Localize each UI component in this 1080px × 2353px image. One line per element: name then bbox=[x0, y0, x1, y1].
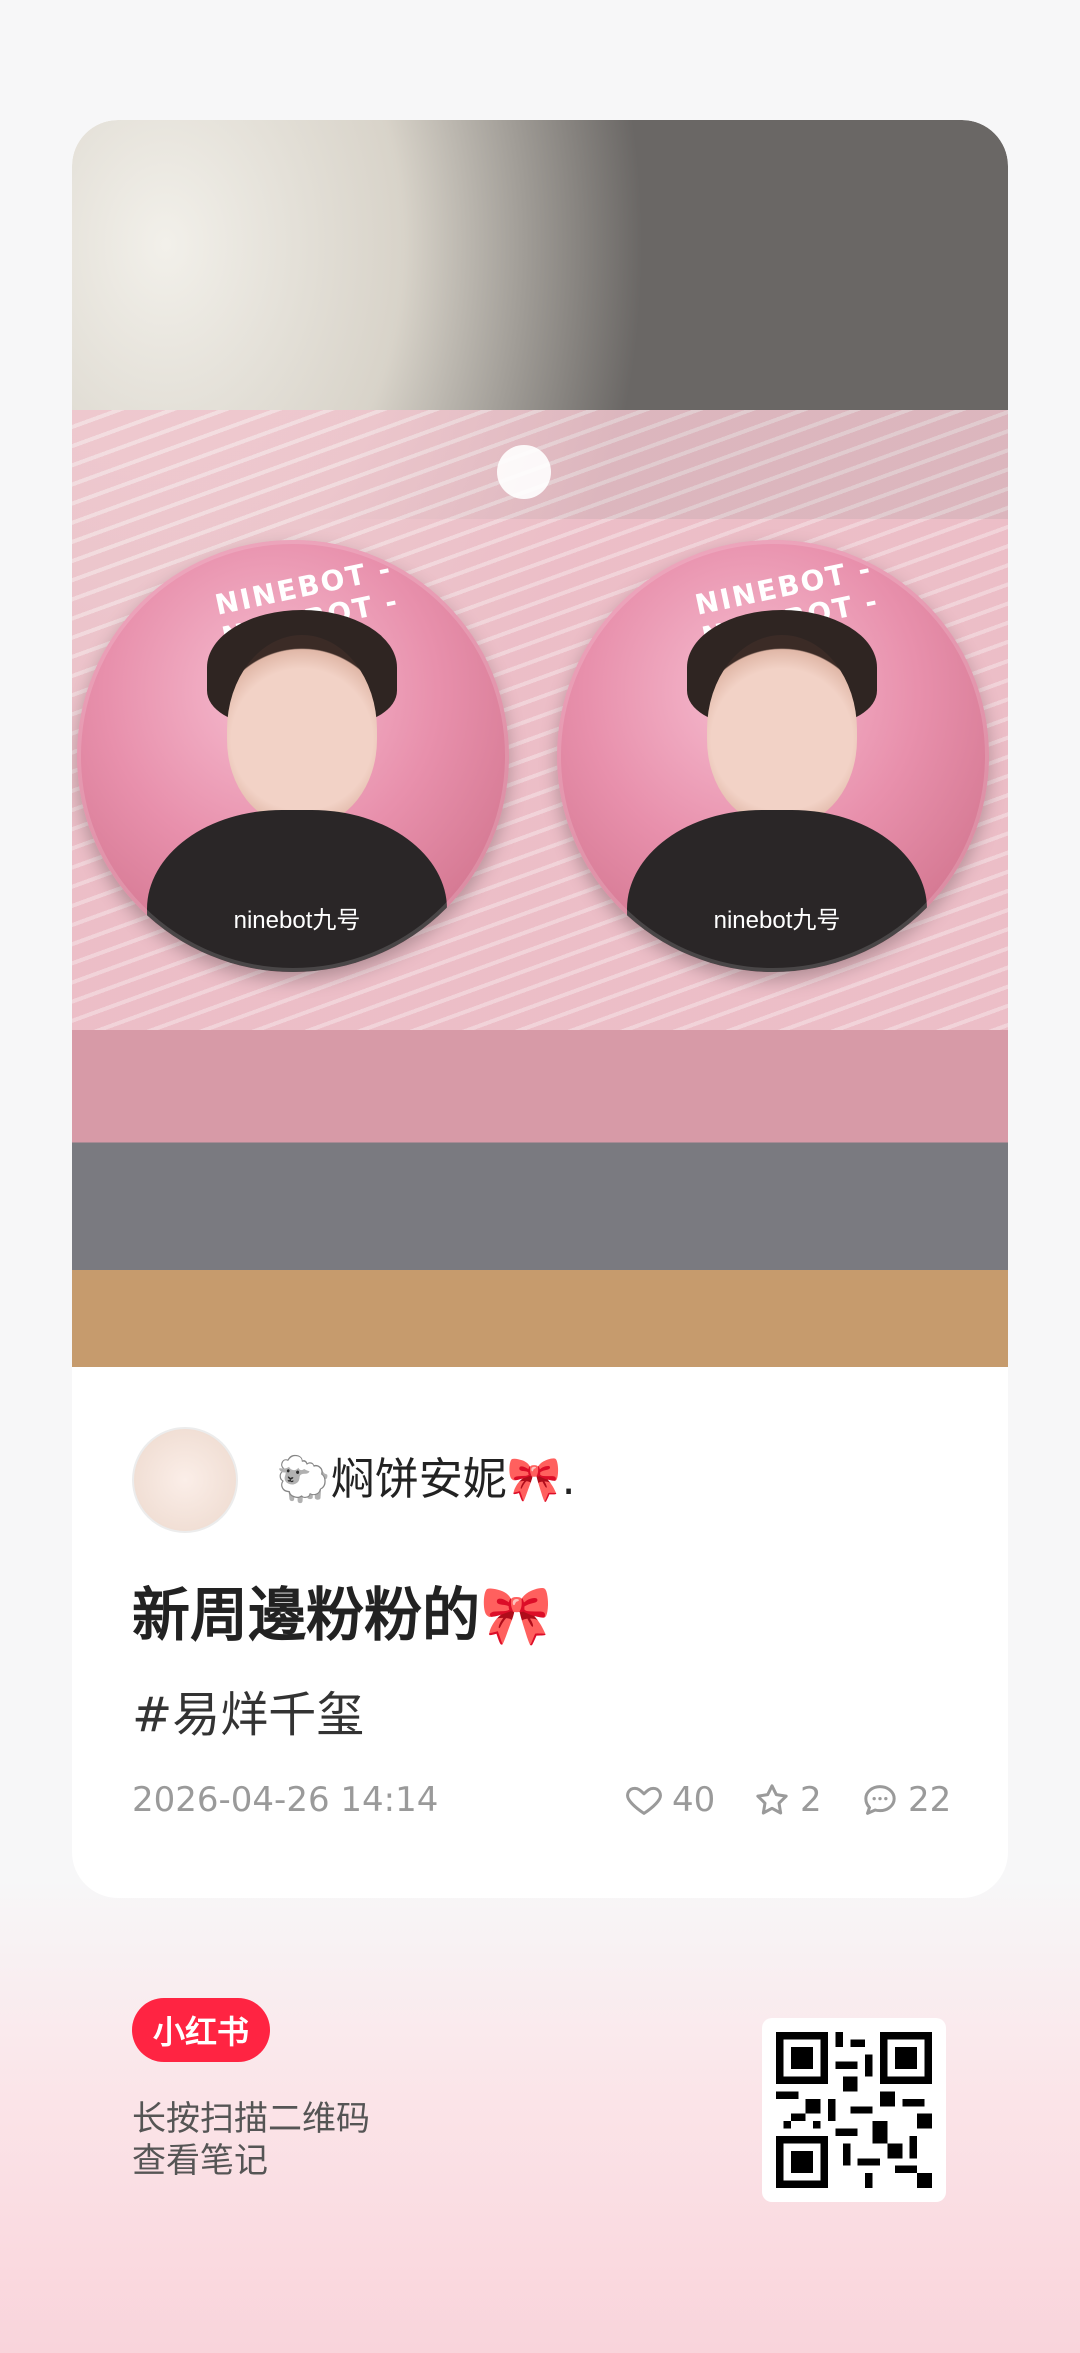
comment-icon bbox=[864, 1785, 896, 1815]
badge-right: NINEBOT - NINEBOT - ninebot九号 bbox=[557, 540, 989, 972]
scan-line-1: 长按扫描二维码 bbox=[132, 2099, 370, 2139]
scan-instruction: 长按扫描二维码 查看笔记 bbox=[132, 2098, 370, 2182]
cardboard-box bbox=[72, 1270, 1008, 1367]
badge-ring bbox=[557, 540, 989, 972]
ninebot-logo-mark bbox=[497, 445, 551, 499]
author-avatar[interactable] bbox=[132, 1427, 238, 1533]
likes-count: 40 bbox=[672, 1780, 716, 1820]
author-name[interactable]: 🐑焖饼安妮🎀. bbox=[276, 1450, 576, 1510]
badge-ring bbox=[77, 540, 509, 972]
likes-stat[interactable]: 40 bbox=[624, 1776, 715, 1824]
note-title: 新周邊粉粉的🎀 bbox=[132, 1581, 553, 1649]
note-stats: 40 2 22 bbox=[624, 1776, 954, 1826]
collects-count: 2 bbox=[800, 1780, 822, 1820]
note-hashtag[interactable]: #易烊千玺 bbox=[132, 1675, 364, 1745]
star-icon bbox=[756, 1784, 788, 1815]
note-timestamp: 2026-04-26 14:14 bbox=[132, 1780, 439, 1820]
collects-stat[interactable]: 2 bbox=[752, 1776, 822, 1824]
comments-count: 22 bbox=[908, 1780, 952, 1820]
scan-line-2: 查看笔记 bbox=[132, 2141, 268, 2181]
note-image[interactable]: NINEBOT - NINEBOT - ninebot九号 NINEBOT - … bbox=[72, 120, 1008, 1367]
qr-code[interactable] bbox=[762, 2018, 946, 2202]
heart-icon bbox=[626, 1786, 662, 1815]
comments-stat[interactable]: 22 bbox=[860, 1776, 951, 1824]
badge-left: NINEBOT - NINEBOT - ninebot九号 bbox=[77, 540, 509, 972]
xiaohongshu-logo: 小红书 bbox=[132, 1998, 270, 2062]
